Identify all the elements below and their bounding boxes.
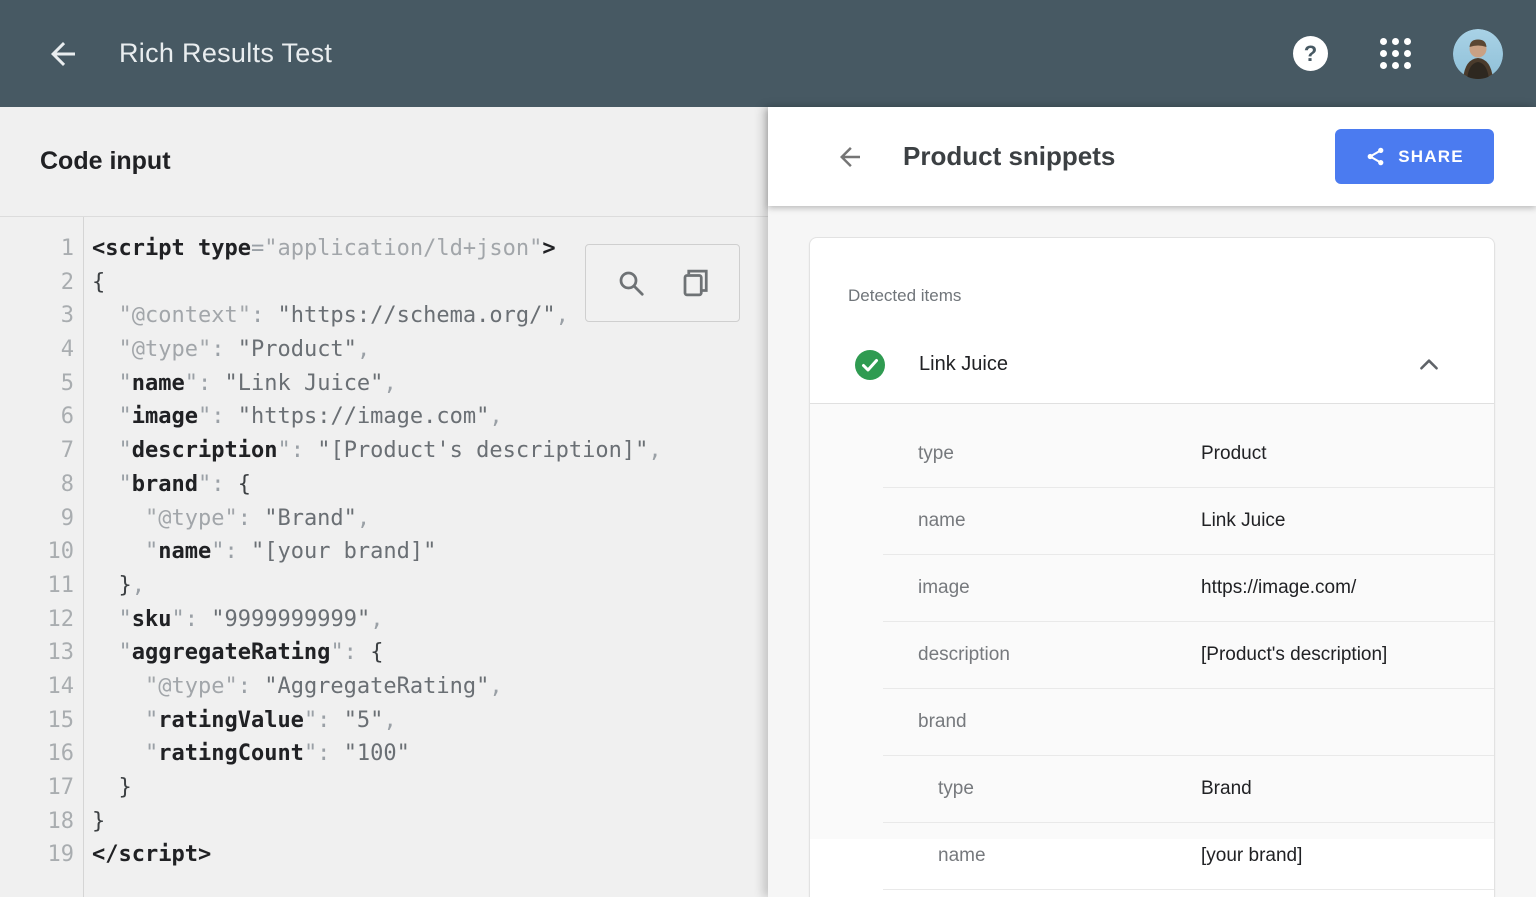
code-editor[interactable]: 12345678910111213141516171819 <script ty… — [0, 217, 768, 897]
property-label: brand — [883, 711, 1201, 733]
results-header: Product snippets SHARE — [768, 107, 1536, 206]
property-label: name — [883, 845, 1201, 867]
line-number: 6 — [0, 400, 74, 434]
help-icon[interactable]: ? — [1293, 36, 1328, 71]
share-button[interactable]: SHARE — [1335, 129, 1494, 184]
code-line[interactable]: } — [92, 805, 768, 839]
line-number: 5 — [0, 367, 74, 401]
line-number: 13 — [0, 636, 74, 670]
copy-icon[interactable] — [680, 268, 710, 298]
line-number: 16 — [0, 737, 74, 771]
results-title: Product snippets — [903, 141, 1115, 172]
code-line[interactable]: } — [92, 771, 768, 805]
code-line[interactable]: "brand": { — [92, 468, 768, 502]
share-icon — [1365, 146, 1386, 167]
line-number: 15 — [0, 704, 74, 738]
property-row[interactable]: typeProduct — [883, 421, 1494, 488]
code-line[interactable]: "aggregateRating": { — [92, 636, 768, 670]
line-number: 14 — [0, 670, 74, 704]
property-label: type — [883, 443, 1201, 465]
property-value: [Product's description] — [1201, 644, 1387, 666]
property-row[interactable]: nameLink Juice — [883, 488, 1494, 555]
property-row[interactable]: brand — [883, 689, 1494, 756]
property-value: Brand — [1201, 778, 1252, 800]
code-line[interactable]: "name": "Link Juice", — [92, 367, 768, 401]
line-number: 4 — [0, 333, 74, 367]
line-number-gutter: 12345678910111213141516171819 — [0, 217, 84, 897]
property-row[interactable]: description[Product's description] — [883, 622, 1494, 689]
property-label: type — [883, 778, 1201, 800]
property-value: Product — [1201, 443, 1266, 465]
detected-items-label: Detected items — [848, 286, 1494, 306]
code-line[interactable]: </script> — [92, 838, 768, 872]
code-line[interactable]: "@type": "AggregateRating", — [92, 670, 768, 704]
detected-items-card: Detected items Link Juice typeProductnam… — [809, 237, 1495, 897]
app-title: Rich Results Test — [119, 38, 332, 69]
property-row[interactable]: imagehttps://image.com/ — [883, 555, 1494, 622]
code-line[interactable]: "@type": "Product", — [92, 333, 768, 367]
detected-item-name: Link Juice — [919, 353, 1008, 376]
line-number: 18 — [0, 805, 74, 839]
code-line[interactable]: "ratingValue": "5", — [92, 704, 768, 738]
search-icon[interactable] — [616, 268, 646, 298]
check-circle-icon — [855, 350, 885, 380]
line-number: 7 — [0, 434, 74, 468]
share-button-label: SHARE — [1398, 147, 1464, 167]
help-glyph: ? — [1304, 41, 1317, 67]
app-bar: Rich Results Test ? — [0, 0, 1536, 107]
avatar[interactable] — [1453, 29, 1503, 79]
property-row[interactable]: name[your brand] — [883, 823, 1494, 890]
results-body: Detected items Link Juice typeProductnam… — [768, 206, 1536, 897]
apps-grid-icon[interactable] — [1380, 38, 1411, 69]
property-label: name — [883, 510, 1201, 532]
detected-item-header[interactable]: Link Juice — [810, 326, 1494, 404]
code-line[interactable]: "ratingCount": "100" — [92, 737, 768, 771]
results-back-arrow-icon[interactable] — [835, 142, 865, 172]
main-split: Code input 12345678910111213141516171819… — [0, 107, 1536, 897]
property-value: Link Juice — [1201, 510, 1286, 532]
code-panel: Code input 12345678910111213141516171819… — [0, 107, 768, 897]
code-panel-title: Code input — [40, 147, 171, 176]
code-line[interactable]: "sku": "9999999999", — [92, 603, 768, 637]
line-number: 8 — [0, 468, 74, 502]
line-number: 11 — [0, 569, 74, 603]
property-value: https://image.com/ — [1201, 577, 1356, 599]
line-number: 1 — [0, 232, 74, 266]
editor-toolbar — [585, 244, 740, 322]
back-arrow-icon[interactable] — [45, 36, 81, 72]
line-number: 19 — [0, 838, 74, 872]
property-row[interactable]: typeBrand — [883, 756, 1494, 823]
code-panel-header: Code input — [0, 107, 768, 217]
code-line[interactable]: "description": "[Product's description]"… — [92, 434, 768, 468]
property-value: [your brand] — [1201, 845, 1302, 867]
line-number: 2 — [0, 266, 74, 300]
code-line[interactable]: "image": "https://image.com", — [92, 400, 768, 434]
line-number: 3 — [0, 299, 74, 333]
code-line[interactable]: }, — [92, 569, 768, 603]
property-label: description — [883, 644, 1201, 666]
chevron-up-icon[interactable] — [1416, 352, 1442, 378]
line-number: 12 — [0, 603, 74, 637]
line-number: 17 — [0, 771, 74, 805]
results-panel: Product snippets SHARE Detected items Li… — [768, 107, 1536, 897]
line-number: 10 — [0, 535, 74, 569]
code-line[interactable]: "@type": "Brand", — [92, 502, 768, 536]
line-number: 9 — [0, 502, 74, 536]
code-line[interactable]: "name": "[your brand]" — [92, 535, 768, 569]
property-label: image — [883, 577, 1201, 599]
property-table: typeProductnameLink Juiceimagehttps://im… — [810, 404, 1494, 839]
